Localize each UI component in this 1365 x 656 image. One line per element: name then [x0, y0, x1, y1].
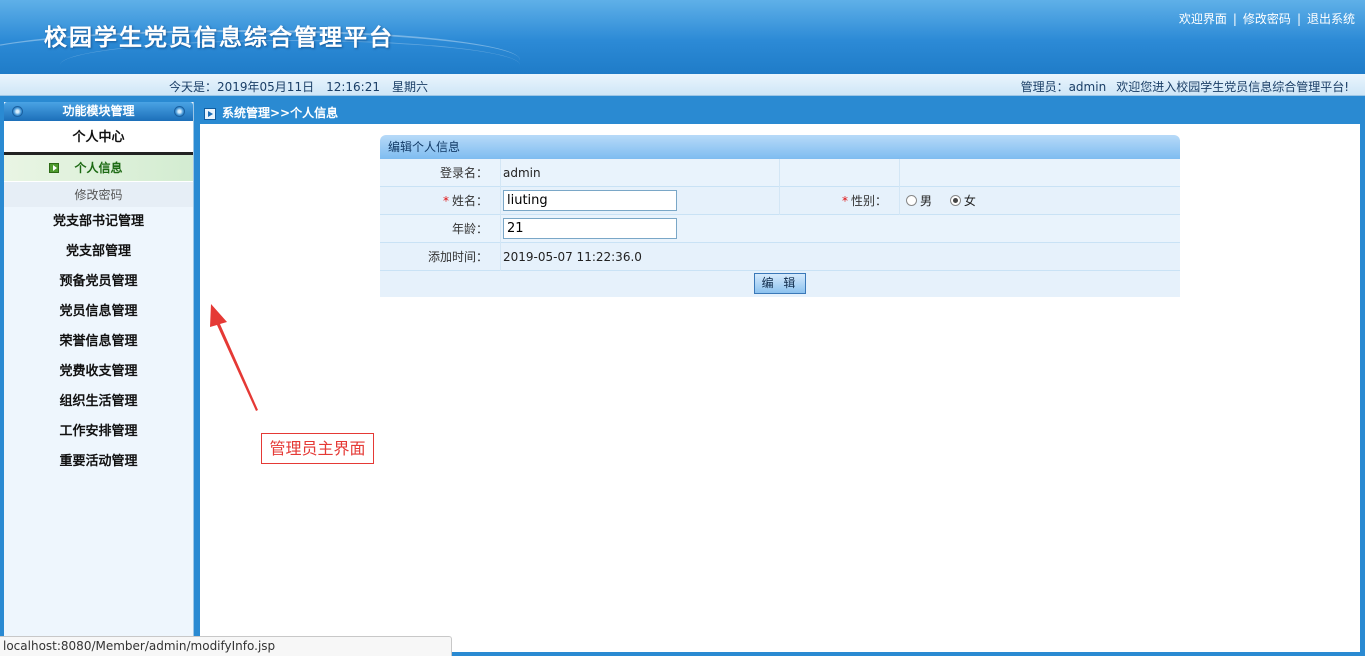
- added-time-value: 2019-05-07 11:22:36.0: [503, 250, 642, 264]
- knob-icon: [12, 106, 23, 117]
- sidebar-item-org-life[interactable]: 组织生活管理: [4, 387, 193, 417]
- time-label: 12:16:21: [326, 80, 380, 94]
- admin-label: 管理员：admin: [1020, 80, 1107, 94]
- welcome-text: 欢迎您进入校园学生党员信息综合管理平台!: [1116, 80, 1349, 94]
- form-row-login: 登录名： admin: [380, 159, 1180, 187]
- form-row-added-time: 添加时间： 2019-05-07 11:22:36.0: [380, 243, 1180, 271]
- frame-bottom-border: [452, 652, 1365, 656]
- top-nav: 欢迎界面 | 修改密码 | 退出系统: [1179, 10, 1355, 27]
- nav-separator: |: [1296, 12, 1301, 26]
- annotation-arrow-icon: [210, 304, 258, 411]
- app-title: 校园学生党员信息综合管理平台: [44, 24, 394, 51]
- date-label: 今天是：2019年05月11日: [169, 80, 315, 94]
- login-value: admin: [501, 159, 780, 187]
- sidebar-section-personal-center[interactable]: 个人中心: [4, 121, 193, 155]
- age-input[interactable]: [503, 218, 677, 239]
- change-password-link[interactable]: 修改密码: [1243, 12, 1291, 26]
- sidebar-item-label: 个人信息: [74, 161, 123, 175]
- sidebar-item-branch[interactable]: 党支部管理: [4, 237, 193, 267]
- status-bar: 今天是：2019年05月11日 12:16:21 星期六 管理员：admin 欢迎您进…: [0, 74, 1365, 96]
- name-label-cell: * 姓名：: [380, 187, 501, 215]
- weekday-label: 星期六: [392, 80, 429, 94]
- name-label: 姓名：: [451, 194, 488, 208]
- gender-options: 男 女: [900, 187, 1180, 215]
- edit-button[interactable]: 编 辑: [753, 273, 807, 294]
- breadcrumb-text: 系统管理>>个人信息: [222, 106, 339, 120]
- required-mark: *: [841, 194, 848, 208]
- breadcrumb-arrow-icon: [204, 108, 216, 120]
- required-mark: *: [442, 194, 449, 208]
- logout-link[interactable]: 退出系统: [1307, 12, 1355, 26]
- name-input[interactable]: [503, 190, 677, 211]
- empty-cell: [780, 159, 900, 187]
- sidebar-item-personal-info[interactable]: 个人信息: [4, 155, 193, 181]
- welcome-link[interactable]: 欢迎界面: [1179, 12, 1227, 26]
- sidebar-item-dues[interactable]: 党费收支管理: [4, 357, 193, 387]
- knob-icon: [174, 106, 185, 117]
- sidebar-header: 功能模块管理: [4, 102, 193, 121]
- form-row-age: 年龄：: [380, 215, 1180, 243]
- added-time-label: 添加时间：: [380, 243, 501, 271]
- browser-status-url: localhost:8080/Member/admin/modifyInfo.j…: [0, 636, 452, 656]
- edit-info-panel: 编辑个人信息 登录名： admin *姓名： *性别： 男 女 年龄：: [380, 135, 1180, 297]
- empty-cell: [900, 159, 1180, 187]
- app-header: 校园学生党员信息综合管理平台 欢迎界面 | 修改密码 | 退出系统: [0, 0, 1365, 74]
- gender-radio-male[interactable]: [906, 195, 917, 206]
- form-rows: 登录名： admin *姓名： *性别： 男 女 年龄：: [380, 159, 1180, 271]
- annotation-label: 管理员主界面: [261, 433, 374, 464]
- sidebar-item-work-plan[interactable]: 工作安排管理: [4, 417, 193, 447]
- panel-title: 编辑个人信息: [380, 135, 1180, 159]
- login-label: 登录名：: [380, 159, 501, 187]
- gender-radio-female[interactable]: [949, 195, 961, 206]
- sidebar-item-member-info[interactable]: 党员信息管理: [4, 297, 193, 327]
- arrow-right-icon: [49, 163, 59, 173]
- sidebar-item-branch-secretary[interactable]: 党支部书记管理: [4, 207, 193, 237]
- name-value-cell: [501, 187, 780, 215]
- sidebar-item-honor[interactable]: 荣誉信息管理: [4, 327, 193, 357]
- breadcrumb: 系统管理>>个人信息: [204, 102, 338, 124]
- date-time: 今天是：2019年05月11日 12:16:21 星期六: [169, 78, 440, 95]
- age-label: 年龄：: [380, 215, 501, 243]
- gender-male-label: 男: [920, 194, 933, 208]
- welcome-message: 管理员：admin 欢迎您进入校园学生党员信息综合管理平台!: [1011, 78, 1349, 95]
- sidebar-title: 功能模块管理: [62, 104, 135, 118]
- gender-label: 性别：: [850, 194, 887, 208]
- sidebar-item-change-password[interactable]: 修改密码: [4, 181, 193, 207]
- arrow-shape: [210, 304, 258, 411]
- age-value-cell: [501, 215, 1180, 243]
- form-actions: 编 辑: [380, 271, 1180, 297]
- sidebar-item-probationary[interactable]: 预备党员管理: [4, 267, 193, 297]
- form-row-name-gender: *姓名： *性别： 男 女: [380, 187, 1180, 215]
- sidebar-item-activities[interactable]: 重要活动管理: [4, 447, 193, 477]
- sidebar: 功能模块管理 个人中心 个人信息 修改密码 党支部书记管理 党支部管理 预备党员…: [4, 102, 194, 656]
- gender-label-cell: * 性别：: [780, 187, 900, 215]
- gender-female-label: 女: [963, 194, 976, 208]
- content-area: 编辑个人信息 登录名： admin *姓名： *性别： 男 女 年龄：: [200, 124, 1360, 652]
- nav-separator: |: [1232, 12, 1237, 26]
